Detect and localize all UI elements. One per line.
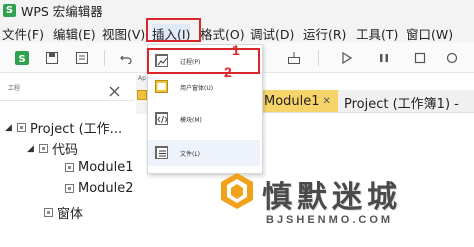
- tree-item-label: Module2: [78, 181, 134, 196]
- module-icon: [65, 163, 74, 172]
- menu-debug[interactable]: 调试(D): [250, 24, 294, 43]
- folder-icon: [44, 208, 53, 217]
- highlight-box-procedure-item: [147, 48, 260, 74]
- expand-arrow-icon[interactable]: ◢: [5, 123, 17, 133]
- menu-item-label: 模块(M): [180, 116, 202, 124]
- wps-logo-button[interactable]: S: [14, 50, 30, 66]
- wps-icon: S: [15, 51, 29, 65]
- file-icon: [155, 146, 168, 159]
- menu-tools[interactable]: 工具(T): [356, 24, 398, 43]
- undo-icon[interactable]: [118, 50, 134, 66]
- run-icon[interactable]: [338, 50, 354, 66]
- menu-window[interactable]: 窗口(W): [406, 24, 453, 43]
- indent-icon[interactable]: [286, 50, 302, 66]
- module-icon: [155, 112, 168, 125]
- menu-item-file[interactable]: 文件(L): [148, 140, 260, 166]
- module-window-icon: [137, 90, 147, 100]
- svg-text:S: S: [19, 54, 26, 65]
- pause-icon[interactable]: [376, 50, 392, 66]
- watermark-title: 慎默迷城: [262, 180, 402, 215]
- tree-item-forms[interactable]: 窗体: [44, 203, 83, 222]
- menu-format[interactable]: 格式(O): [200, 24, 245, 43]
- menu-run[interactable]: 运行(R): [303, 24, 346, 43]
- tab-module1[interactable]: Module1 ✕: [262, 90, 338, 112]
- tab-label: Module1: [264, 93, 320, 109]
- menu-view[interactable]: 视图(V): [102, 24, 145, 43]
- tree-item-label: Project (工作...: [30, 122, 123, 137]
- folder-icon: [39, 144, 48, 153]
- window-title: WPS 宏编辑器: [21, 3, 103, 19]
- menu-item-label: 用户窗体(U): [180, 84, 214, 92]
- tree-item-label: 代码: [52, 143, 79, 158]
- userform-icon: [155, 80, 168, 93]
- tree-item-code[interactable]: ◢ 代码: [27, 139, 78, 158]
- reset-icon[interactable]: [444, 50, 460, 66]
- tree-item-label: Module1: [78, 160, 134, 175]
- menu-edit[interactable]: 编辑(E): [53, 24, 96, 43]
- tree-item-module2[interactable]: Module2: [65, 181, 134, 196]
- module-icon: [65, 184, 74, 193]
- menu-item-module[interactable]: 模块(M): [148, 106, 260, 132]
- tab-project[interactable]: Project (工作簿1) -: [344, 93, 459, 112]
- project-icon: [17, 123, 26, 132]
- save-icon[interactable]: [44, 50, 60, 66]
- watermark-url: BJSHENMO.COM: [266, 214, 394, 226]
- project-panel-title: 工程: [8, 85, 21, 92]
- highlight-box-insert-menu: [146, 18, 201, 42]
- tree-item-module1[interactable]: Module1: [65, 160, 134, 175]
- editor-strip-label: Ap: [138, 75, 146, 82]
- stop-icon[interactable]: [412, 50, 428, 66]
- toolbar-separator: [318, 50, 319, 66]
- tree-item-project[interactable]: ◢ Project (工作...: [5, 118, 122, 137]
- toolbar-separator: [104, 50, 105, 66]
- menu-bar: 文件(F) 编辑(E) 视图(V) 插入(I) 格式(O) 调试(D) 运行(R…: [0, 20, 474, 43]
- step-number-1: 1: [232, 42, 240, 58]
- step-number-2: 2: [224, 64, 232, 80]
- close-icon[interactable]: ✕: [323, 96, 331, 107]
- expand-arrow-icon[interactable]: ◢: [27, 144, 39, 154]
- watermark-logo-icon: [220, 172, 254, 210]
- menu-item-label: 文件(L): [180, 150, 201, 158]
- title-bar: S WPS 宏编辑器: [0, 0, 474, 20]
- menu-file[interactable]: 文件(F): [2, 24, 44, 43]
- view-code-icon[interactable]: [74, 50, 90, 66]
- menu-item-userform[interactable]: 用户窗体(U): [148, 74, 260, 100]
- app-logo-icon: S: [3, 3, 16, 17]
- close-icon[interactable]: [109, 82, 120, 101]
- tree-item-label: 窗体: [57, 207, 84, 222]
